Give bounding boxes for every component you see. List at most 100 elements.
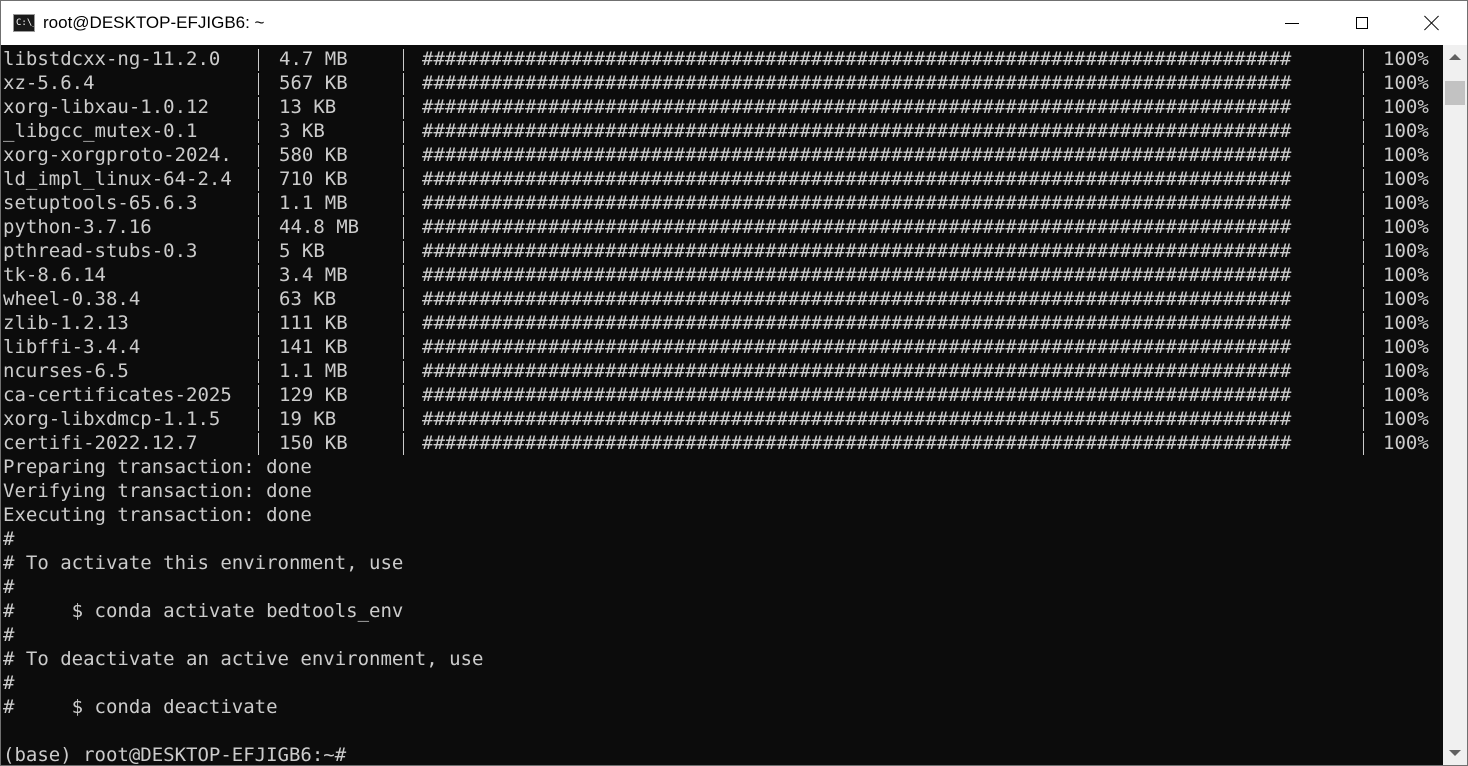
package-row: xorg-xorgproto-2024. 580 KB ##############… xyxy=(1,143,1443,167)
column-divider xyxy=(403,193,404,215)
column-divider xyxy=(258,97,259,119)
progress-percent: 100% xyxy=(1383,384,1429,406)
progress-percent: 100% xyxy=(1383,240,1429,262)
progress-percent: 100% xyxy=(1383,408,1429,430)
column-divider xyxy=(1363,145,1364,167)
package-name: tk-8.6.14 xyxy=(3,264,106,286)
column-divider xyxy=(258,49,259,71)
download-progress-bar: ########################################… xyxy=(422,408,1292,430)
column-divider xyxy=(258,121,259,143)
output-line: # xyxy=(3,624,15,646)
package-row: certifi-2022.12.7 150 KB #################… xyxy=(1,431,1443,455)
console-app-icon[interactable]: C:\_ xyxy=(13,14,35,32)
package-name: setuptools-65.6.3 xyxy=(3,192,198,214)
column-divider xyxy=(1363,433,1364,455)
scroll-up-button[interactable] xyxy=(1443,45,1467,69)
download-progress-bar: ########################################… xyxy=(422,72,1292,94)
package-name: ncurses-6.5 xyxy=(3,360,129,382)
package-row: xorg-libxau-1.0.12 13 KB #################… xyxy=(1,95,1443,119)
column-divider xyxy=(1363,241,1364,263)
column-divider xyxy=(258,433,259,455)
package-row: python-3.7.16 44.8 MB ####################… xyxy=(1,215,1443,239)
download-progress-bar: ########################################… xyxy=(422,216,1292,238)
title-bar[interactable]: C:\_ root@DESKTOP-EFJIGB6: ~ xyxy=(1,1,1467,45)
column-divider xyxy=(403,49,404,71)
column-divider xyxy=(1363,313,1364,335)
package-name: _libgcc_mutex-0.1 xyxy=(3,120,198,142)
column-divider xyxy=(403,337,404,359)
output-line: # xyxy=(3,528,15,550)
package-size: 567 KB xyxy=(279,72,348,94)
column-divider xyxy=(258,409,259,431)
scroll-thumb[interactable] xyxy=(1445,81,1465,105)
column-divider xyxy=(1363,289,1364,311)
vertical-scrollbar[interactable] xyxy=(1443,45,1467,765)
package-name: xz-5.6.4 xyxy=(3,72,95,94)
console-output[interactable]: libstdcxx-ng-11.2.0 4.7 MB ###############… xyxy=(1,45,1443,765)
download-progress-bar: ########################################… xyxy=(422,192,1292,214)
minimize-icon xyxy=(1285,22,1299,24)
package-size: 3 KB xyxy=(279,120,325,142)
column-divider xyxy=(258,361,259,383)
package-size: 1.1 MB xyxy=(279,192,348,214)
column-divider xyxy=(403,169,404,191)
package-size: 111 KB xyxy=(279,312,348,334)
progress-percent: 100% xyxy=(1383,72,1429,94)
package-row: xz-5.6.4 567 KB ##########################… xyxy=(1,71,1443,95)
terminal-window: C:\_ root@DESKTOP-EFJIGB6: ~ libstdcxx-n… xyxy=(0,0,1468,766)
column-divider xyxy=(403,241,404,263)
download-progress-bar: ########################################… xyxy=(422,144,1292,166)
arrow-up-icon xyxy=(1449,54,1461,60)
output-line: # To deactivate an active environment, u… xyxy=(3,648,484,670)
package-name: python-3.7.16 xyxy=(3,216,152,238)
package-name: certifi-2022.12.7 xyxy=(3,432,198,454)
package-name: wheel-0.38.4 xyxy=(3,288,141,310)
progress-percent: 100% xyxy=(1383,264,1429,286)
column-divider xyxy=(1363,73,1364,95)
package-name: libstdcxx-ng-11.2.0 xyxy=(3,48,221,70)
output-line: Executing transaction: done xyxy=(3,504,312,526)
column-divider xyxy=(403,433,404,455)
column-divider xyxy=(258,169,259,191)
column-divider xyxy=(1363,97,1364,119)
download-progress-bar: ########################################… xyxy=(422,336,1292,358)
download-progress-bar: ########################################… xyxy=(422,120,1292,142)
column-divider xyxy=(403,289,404,311)
output-line: # xyxy=(3,672,15,694)
close-button[interactable] xyxy=(1397,1,1467,45)
close-icon xyxy=(1424,15,1440,31)
package-row: setuptools-65.6.3 1.1 MB #################… xyxy=(1,191,1443,215)
column-divider xyxy=(403,265,404,287)
package-size: 150 KB xyxy=(279,432,348,454)
scroll-down-button[interactable] xyxy=(1443,741,1467,765)
column-divider xyxy=(403,145,404,167)
progress-percent: 100% xyxy=(1383,144,1429,166)
column-divider xyxy=(403,361,404,383)
package-size: 141 KB xyxy=(279,336,348,358)
column-divider xyxy=(258,73,259,95)
progress-percent: 100% xyxy=(1383,432,1429,454)
output-line: Verifying transaction: done xyxy=(3,480,312,502)
column-divider xyxy=(1363,169,1364,191)
column-divider xyxy=(403,121,404,143)
progress-percent: 100% xyxy=(1383,96,1429,118)
progress-percent: 100% xyxy=(1383,120,1429,142)
minimize-button[interactable] xyxy=(1257,1,1327,45)
package-size: 129 KB xyxy=(279,384,348,406)
column-divider xyxy=(403,217,404,239)
download-progress-bar: ########################################… xyxy=(422,48,1292,70)
download-progress-bar: ########################################… xyxy=(422,240,1292,262)
column-divider xyxy=(403,385,404,407)
column-divider xyxy=(1363,193,1364,215)
column-divider xyxy=(1363,121,1364,143)
arrow-down-icon xyxy=(1449,750,1461,756)
package-size: 44.8 MB xyxy=(279,216,360,238)
package-row: wheel-0.38.4 63 KB #######################… xyxy=(1,287,1443,311)
package-row: ca-certificates-2025 129 KB ##############… xyxy=(1,383,1443,407)
maximize-button[interactable] xyxy=(1327,1,1397,45)
download-progress-bar: ########################################… xyxy=(422,96,1292,118)
column-divider xyxy=(403,313,404,335)
package-name: xorg-xorgproto-2024. xyxy=(3,144,232,166)
column-divider xyxy=(1363,361,1364,383)
